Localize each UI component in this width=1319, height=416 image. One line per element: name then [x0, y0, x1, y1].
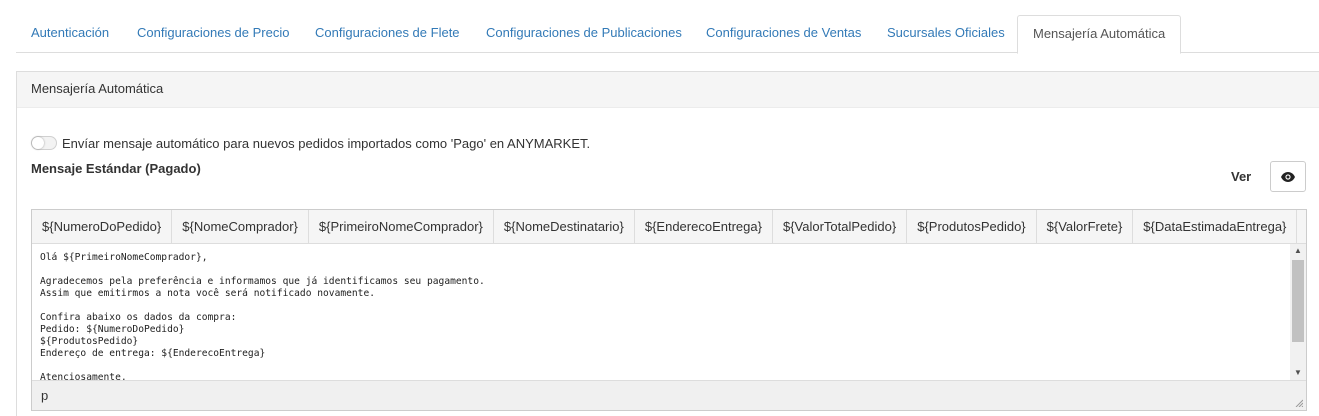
variable-endereco-entrega[interactable]: ${EnderecoEntrega}: [635, 210, 773, 243]
element-path[interactable]: p: [41, 388, 48, 403]
standard-message-title: Mensaje Estándar (Pagado): [31, 161, 201, 176]
scroll-down-arrow-icon[interactable]: ▼: [1290, 366, 1306, 380]
scroll-up-arrow-icon[interactable]: ▲: [1290, 244, 1306, 258]
tab-configuraciones-ventas[interactable]: Configuraciones de Ventas: [691, 15, 876, 53]
tab-configuraciones-flete[interactable]: Configuraciones de Flete: [300, 15, 475, 53]
variables-toolbar: ${NumeroDoPedido} ${NomeComprador} ${Pri…: [32, 210, 1306, 244]
toggle-knob: [32, 137, 44, 149]
message-textarea[interactable]: Olá ${PrimeiroNomeComprador}, Agradecemo…: [32, 244, 1306, 380]
resize-grip-icon[interactable]: [1295, 399, 1303, 407]
variable-primeiro-nome-comprador[interactable]: ${PrimeiroNomeComprador}: [309, 210, 494, 243]
variable-valor-frete[interactable]: ${ValorFrete}: [1037, 210, 1134, 243]
panel-heading: Mensajería Automática: [17, 72, 1319, 108]
preview-button[interactable]: [1270, 161, 1306, 192]
message-editor: ${NumeroDoPedido} ${NomeComprador} ${Pri…: [31, 209, 1307, 411]
scrollbar-thumb[interactable]: [1292, 260, 1304, 342]
variable-nome-destinatario[interactable]: ${NomeDestinatario}: [494, 210, 635, 243]
variable-valor-total-pedido[interactable]: ${ValorTotalPedido}: [773, 210, 908, 243]
editor-status-bar: p: [32, 380, 1306, 410]
preview-label: Ver: [1231, 169, 1252, 184]
messaging-panel: Mensajería Automática Envíar mensaje aut…: [16, 71, 1319, 416]
auto-message-toggle[interactable]: [31, 136, 57, 150]
tab-configuraciones-publicaciones[interactable]: Configuraciones de Publicaciones: [471, 15, 697, 53]
tab-configuraciones-precio[interactable]: Configuraciones de Precio: [122, 15, 304, 53]
auto-message-toggle-label: Envíar mensaje automático para nuevos pe…: [62, 135, 591, 151]
tab-autenticacion[interactable]: Autenticación: [16, 15, 124, 53]
variable-produtos-pedido[interactable]: ${ProdutosPedido}: [907, 210, 1037, 243]
variable-numero-do-pedido[interactable]: ${NumeroDoPedido}: [32, 210, 173, 243]
textarea-scrollbar[interactable]: ▲ ▼: [1290, 244, 1306, 380]
auto-message-toggle-row: Envíar mensaje automático para nuevos pe…: [31, 135, 590, 151]
message-content[interactable]: Olá ${PrimeiroNomeComprador}, Agradecemo…: [32, 244, 1306, 380]
tab-sucursales-oficiales[interactable]: Sucursales Oficiales: [872, 15, 1020, 53]
eye-icon: [1281, 171, 1295, 182]
tab-mensajeria-automatica[interactable]: Mensajería Automática: [1017, 15, 1182, 54]
variable-data-estimada-entrega[interactable]: ${DataEstimadaEntrega}: [1133, 210, 1298, 243]
variable-nome-comprador[interactable]: ${NomeComprador}: [172, 210, 309, 243]
settings-tabs: Autenticación Configuraciones de Precio …: [16, 15, 1319, 54]
